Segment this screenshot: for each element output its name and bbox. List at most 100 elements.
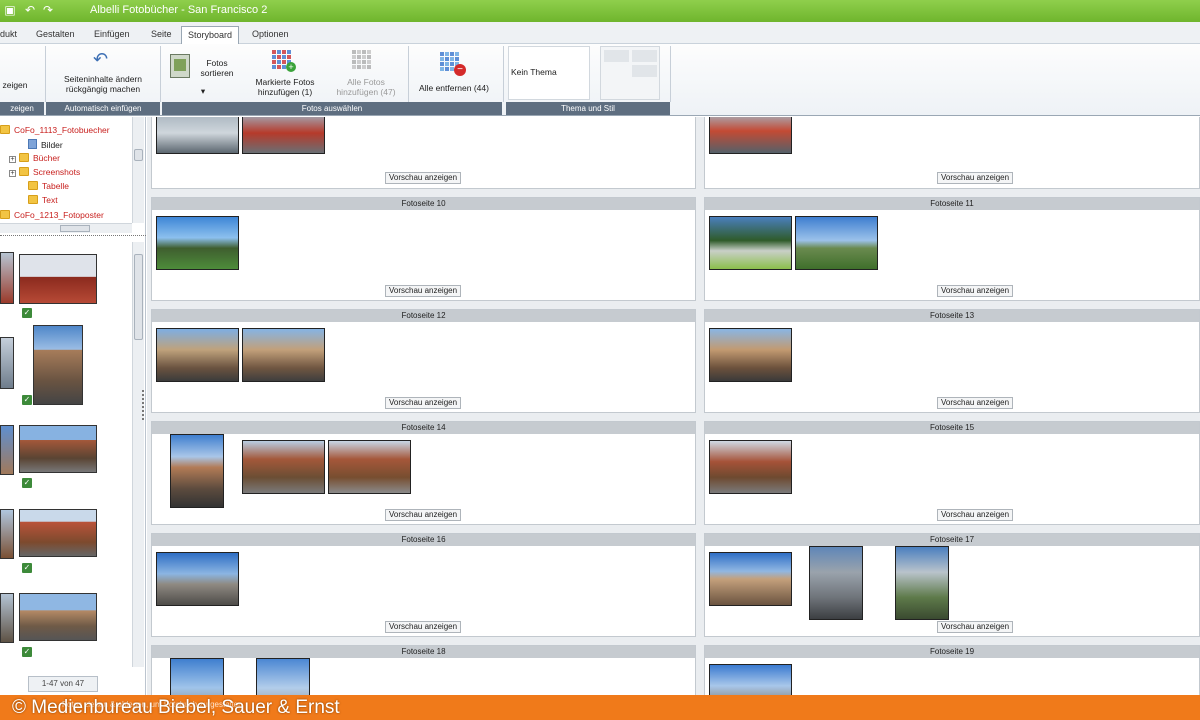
- sort-photos-button[interactable]: Fotos sortieren: [194, 58, 240, 78]
- photo-thumbnail[interactable]: [19, 425, 97, 473]
- redo-icon[interactable]: ↷: [41, 3, 55, 17]
- preview-button[interactable]: Vorschau anzeigen: [385, 397, 462, 409]
- page-photo[interactable]: [170, 434, 224, 508]
- tab-produkt[interactable]: dukt: [0, 26, 17, 44]
- page-title: Fotoseite 14: [152, 422, 695, 434]
- tab-storyboard[interactable]: Storyboard: [181, 26, 240, 44]
- page-photo[interactable]: [242, 117, 325, 154]
- photo-page[interactable]: Fotoseite 11 Vorschau anzeigen: [704, 197, 1200, 301]
- photo-page[interactable]: Vorschau anzeigen: [704, 117, 1200, 189]
- photo-thumbnail[interactable]: [0, 509, 14, 559]
- page-photo[interactable]: [328, 440, 411, 494]
- tree-folder-tabelle[interactable]: Tabelle: [28, 181, 69, 192]
- tab-seite[interactable]: Seite: [151, 26, 172, 44]
- theme-gallery[interactable]: [600, 46, 660, 100]
- tab-optionen[interactable]: Optionen: [252, 26, 289, 44]
- page-photo[interactable]: [156, 328, 239, 382]
- preview-button[interactable]: Vorschau anzeigen: [385, 172, 462, 184]
- show-button[interactable]: zeigen: [0, 80, 30, 90]
- photo-thumbnail[interactable]: [0, 593, 14, 643]
- tree-item-bilder[interactable]: Bilder: [28, 139, 63, 151]
- photo-page[interactable]: Vorschau anzeigen: [151, 117, 696, 189]
- group-label-show: zeigen: [0, 102, 44, 115]
- page-photo[interactable]: [156, 117, 239, 154]
- tree-folder-text[interactable]: Text: [28, 195, 58, 206]
- preview-button[interactable]: Vorschau anzeigen: [937, 621, 1014, 633]
- theme-none-option[interactable]: Kein Thema: [508, 46, 590, 100]
- tree-folder-screenshots[interactable]: + Screenshots: [9, 167, 80, 178]
- page-photo[interactable]: [256, 658, 310, 695]
- window-title: Albelli Fotobücher - San Francisco 2: [90, 4, 268, 16]
- page-photo[interactable]: [795, 216, 878, 270]
- photo-thumbnail[interactable]: [0, 425, 14, 475]
- photo-page[interactable]: Fotoseite 17 Vorschau anzeigen: [704, 533, 1200, 637]
- tree-folder-fotobuecher[interactable]: CoFo_1113_Fotobuecher: [0, 125, 110, 136]
- photo-page[interactable]: Fotoseite 10 Vorschau anzeigen: [151, 197, 696, 301]
- page-photo[interactable]: [709, 216, 792, 270]
- expand-icon[interactable]: +: [9, 170, 16, 177]
- tree-hscrollbar[interactable]: [0, 223, 132, 233]
- page-photo[interactable]: [242, 440, 325, 494]
- photo-page[interactable]: Fotoseite 19: [704, 645, 1200, 695]
- page-title: Fotoseite 15: [705, 422, 1199, 434]
- photo-thumbnail[interactable]: [33, 325, 83, 405]
- page-title: Fotoseite 18: [152, 646, 695, 658]
- tab-gestalten[interactable]: Gestalten: [36, 26, 75, 44]
- page-photo[interactable]: [709, 552, 792, 606]
- photo-page[interactable]: Fotoseite 12 Vorschau anzeigen: [151, 309, 696, 413]
- folder-icon: [19, 167, 29, 176]
- preview-button[interactable]: Vorschau anzeigen: [385, 285, 462, 297]
- page-photo[interactable]: [709, 117, 792, 154]
- folder-icon: [0, 210, 10, 219]
- page-photo[interactable]: [895, 546, 949, 620]
- photo-page[interactable]: Fotoseite 18: [151, 645, 696, 695]
- save-icon[interactable]: ▣: [3, 3, 17, 17]
- preview-button[interactable]: Vorschau anzeigen: [385, 509, 462, 521]
- page-photo[interactable]: [156, 552, 239, 606]
- preview-button[interactable]: Vorschau anzeigen: [937, 172, 1014, 184]
- chevron-down-icon[interactable]: ▾: [198, 86, 208, 96]
- page-photo[interactable]: [170, 658, 224, 695]
- photo-thumbnail[interactable]: [0, 337, 14, 389]
- preview-button[interactable]: Vorschau anzeigen: [937, 397, 1014, 409]
- check-icon: ✓: [22, 395, 32, 405]
- photo-page[interactable]: Fotoseite 16 Vorschau anzeigen: [151, 533, 696, 637]
- preview-button[interactable]: Vorschau anzeigen: [385, 621, 462, 633]
- theme-none-label: Kein Thema: [511, 67, 557, 77]
- tab-einfuegen[interactable]: Einfügen: [94, 26, 130, 44]
- photo-page[interactable]: Fotoseite 15 Vorschau anzeigen: [704, 421, 1200, 525]
- splitter-handle[interactable]: [142, 390, 146, 420]
- storyboard-area: Vorschau anzeigen Vorschau anzeigen Foto…: [147, 117, 1200, 695]
- photos-scrollbar[interactable]: [132, 242, 144, 667]
- remove-all-photos-button[interactable]: Alle entfernen (44): [413, 83, 495, 93]
- page-photo[interactable]: [242, 328, 325, 382]
- tree-folder-fotoposter[interactable]: CoFo_1213_Fotoposter: [0, 210, 104, 221]
- page-photo[interactable]: [709, 440, 792, 494]
- undo-content-button[interactable]: Seiteninhalte ändern rückgängig machen: [55, 74, 151, 94]
- add-marked-photos-button[interactable]: Markierte Fotos hinzufügen (1): [245, 77, 325, 97]
- photo-thumbnail[interactable]: [19, 593, 97, 641]
- expand-icon[interactable]: +: [9, 156, 16, 163]
- photo-thumbnail[interactable]: [19, 509, 97, 557]
- photos-scroll-thumb[interactable]: [134, 254, 143, 340]
- page-title: Fotoseite 13: [705, 310, 1199, 322]
- group-label-theme: Thema und Stil: [506, 102, 670, 115]
- add-all-photos-button[interactable]: Alle Fotos hinzufügen (47): [328, 77, 404, 97]
- page-photo[interactable]: [156, 216, 239, 270]
- photo-page[interactable]: Fotoseite 14 Vorschau anzeigen: [151, 421, 696, 525]
- page-photo[interactable]: [709, 328, 792, 382]
- undo-icon[interactable]: ↶: [23, 3, 37, 17]
- tree-scrollbar[interactable]: [132, 117, 144, 223]
- photo-thumbnail[interactable]: [19, 254, 97, 304]
- tree-folder-buecher[interactable]: + Bücher: [9, 153, 60, 164]
- photo-thumbnail[interactable]: [0, 252, 14, 304]
- page-photo[interactable]: [709, 664, 792, 695]
- tree-scroll-thumb[interactable]: [134, 149, 143, 161]
- page-title: Fotoseite 16: [152, 534, 695, 546]
- preview-button[interactable]: Vorschau anzeigen: [937, 285, 1014, 297]
- tree-hscroll-thumb[interactable]: [60, 225, 90, 232]
- page-photo[interactable]: [809, 546, 863, 620]
- group-label-auto-insert: Automatisch einfügen: [46, 102, 160, 115]
- preview-button[interactable]: Vorschau anzeigen: [937, 509, 1014, 521]
- photo-page[interactable]: Fotoseite 13 Vorschau anzeigen: [704, 309, 1200, 413]
